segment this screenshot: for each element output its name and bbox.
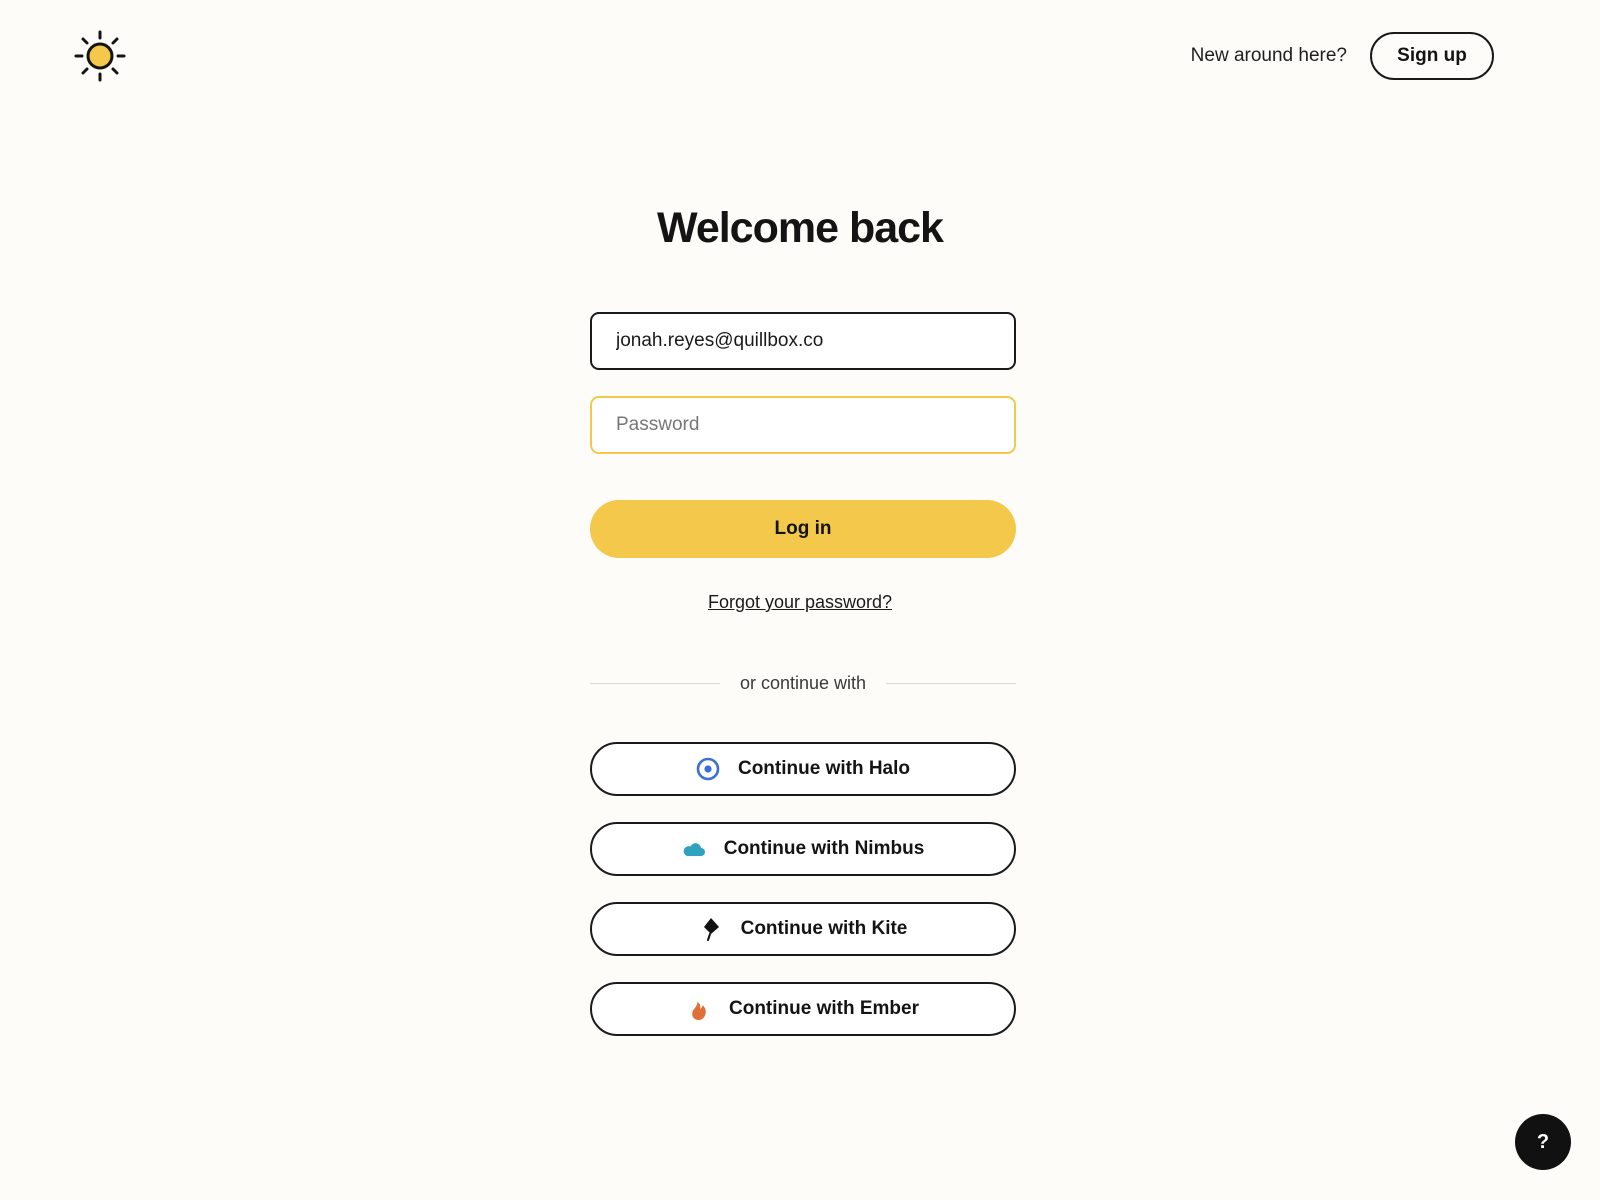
halo-icon bbox=[696, 757, 720, 781]
sso-label: Continue with Ember bbox=[729, 998, 919, 1019]
page-title: Welcome back bbox=[657, 204, 944, 252]
sign-up-button[interactable]: Sign up bbox=[1370, 32, 1494, 80]
new-around-text: New around here? bbox=[1190, 45, 1347, 66]
email-field[interactable] bbox=[590, 312, 1016, 370]
password-field[interactable] bbox=[590, 396, 1016, 454]
sso-label: Continue with Kite bbox=[740, 918, 908, 939]
divider-text: or continue with bbox=[739, 673, 867, 693]
sun-logo-icon[interactable] bbox=[74, 30, 126, 82]
forgot-password-container: Forgot your password? bbox=[0, 592, 1600, 613]
continue-with-kite-button[interactable]: Continue with Kite bbox=[590, 902, 1016, 956]
continue-with-nimbus-button[interactable]: Continue with Nimbus bbox=[590, 822, 1016, 876]
sso-label: Continue with Nimbus bbox=[723, 838, 925, 859]
continue-with-ember-button[interactable]: Continue with Ember bbox=[590, 982, 1016, 1036]
header-signup-area: New around here? Sign up bbox=[1191, 32, 1494, 80]
kite-icon bbox=[699, 917, 723, 941]
forgot-password-link[interactable]: Forgot your password? bbox=[708, 592, 892, 612]
or-continue-divider: or continue with bbox=[590, 673, 1017, 694]
cloud-icon bbox=[682, 837, 706, 861]
help-button[interactable]: ? bbox=[1515, 1114, 1571, 1170]
flame-icon bbox=[687, 997, 711, 1021]
log-in-button[interactable]: Log in bbox=[590, 500, 1016, 558]
divider-line-right bbox=[886, 683, 1017, 684]
sso-label: Continue with Halo bbox=[737, 758, 911, 779]
divider-line-left bbox=[590, 683, 720, 684]
continue-with-halo-button[interactable]: Continue with Halo bbox=[590, 742, 1016, 796]
